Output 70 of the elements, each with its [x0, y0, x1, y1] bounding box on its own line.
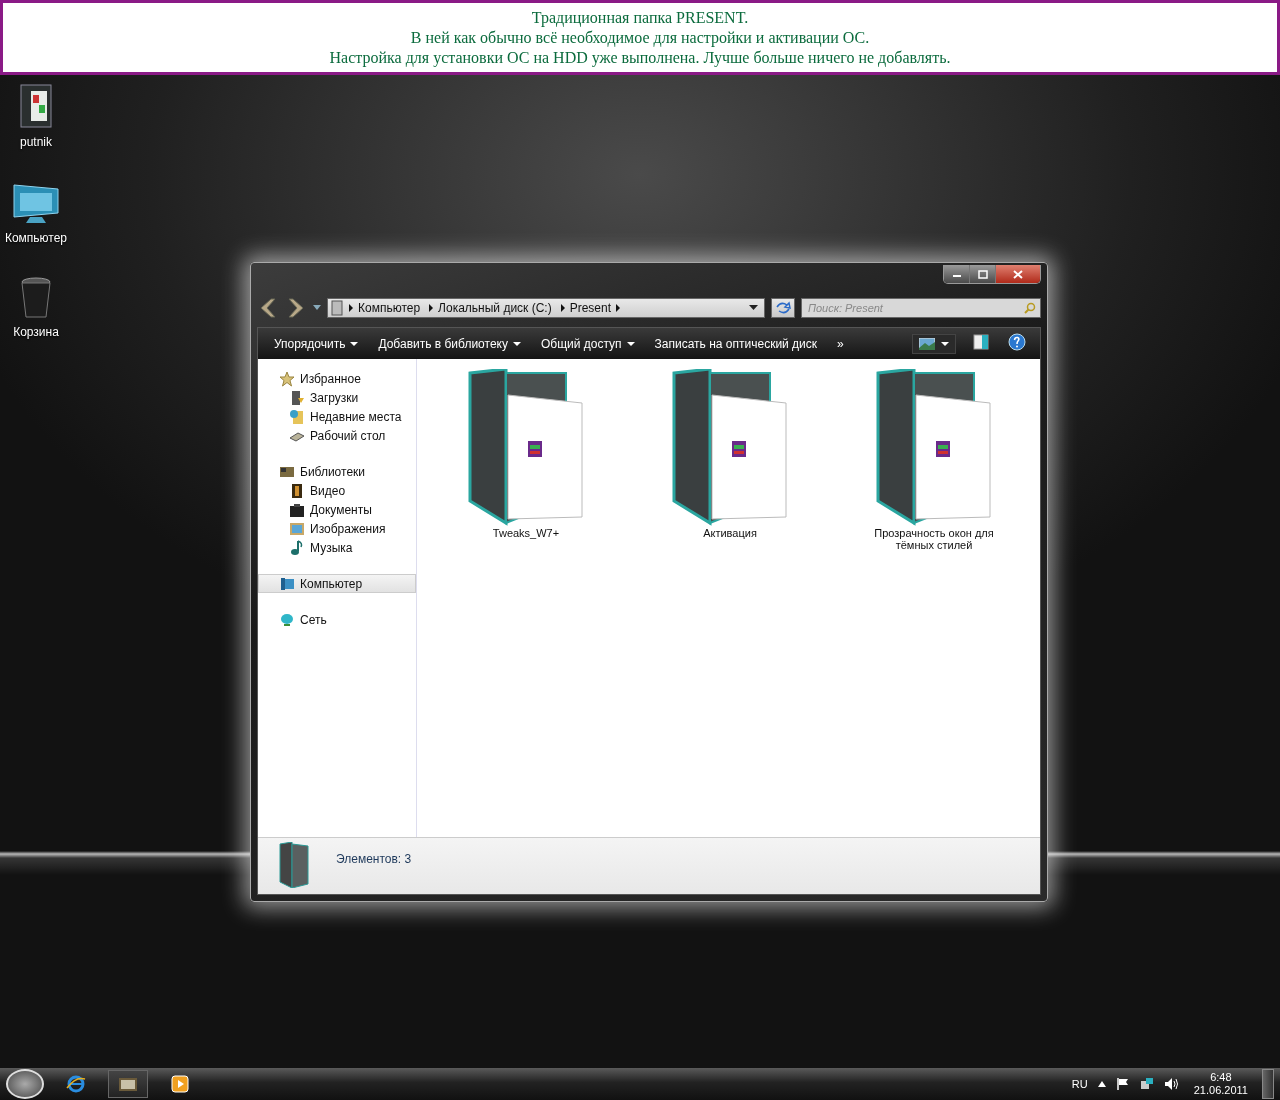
- nav-item[interactable]: Компьютер: [258, 574, 416, 593]
- maximize-icon: [977, 269, 988, 279]
- history-caret-icon[interactable]: [313, 305, 321, 311]
- picture-icon: [289, 520, 305, 537]
- minimize-button[interactable]: [944, 265, 970, 283]
- nav-item[interactable]: Видео: [258, 481, 416, 500]
- view-button[interactable]: [912, 333, 956, 354]
- nav-item[interactable]: Недавние места: [258, 407, 416, 426]
- toolbar-button[interactable]: Упорядочить: [264, 332, 369, 355]
- archive-icon: [19, 83, 53, 129]
- item-count: Элементов: 3: [336, 852, 412, 866]
- computer-icon: [279, 575, 295, 592]
- briefcase-icon: [289, 501, 305, 518]
- breadcrumb-item[interactable]: Present: [564, 301, 617, 315]
- clock[interactable]: 6:48 21.06.2011: [1189, 1071, 1252, 1097]
- media-player-icon: [171, 1075, 189, 1093]
- browser-e-icon: [66, 1074, 86, 1094]
- nav-item[interactable]: Библиотеки: [258, 462, 416, 481]
- folder-icon: [874, 369, 994, 527]
- caption-line: В ней как обычно всё необходимое для настройки и активации ОС.: [410, 27, 870, 48]
- dropdown-arrow-icon[interactable]: [749, 305, 758, 311]
- address-bar[interactable]: Компьютер Локальный диск (C:) Present: [327, 298, 765, 318]
- download-icon: [289, 389, 305, 406]
- start-button[interactable]: [6, 1069, 44, 1099]
- nav-item[interactable]: Изображения: [258, 519, 416, 538]
- maximize-button[interactable]: [970, 265, 996, 283]
- show-hidden-icons-icon[interactable]: [1097, 1081, 1106, 1087]
- music-note-icon: [289, 539, 305, 556]
- breadcrumb-item[interactable]: Локальный диск (C:): [433, 301, 557, 315]
- monitor-icon: [12, 181, 60, 225]
- landscape-picture-icon: [919, 337, 935, 350]
- desktop-icon-label[interactable]: putnik: [20, 135, 52, 149]
- refresh-button[interactable]: [771, 298, 795, 318]
- close-button[interactable]: [996, 265, 1040, 283]
- folder-icon: [118, 1075, 138, 1093]
- language-indicator[interactable]: RU: [1071, 1078, 1088, 1090]
- desktop-icon-label[interactable]: Компьютер: [4, 231, 68, 245]
- folder-icon: [670, 369, 790, 527]
- caption-line: Настройка для установки ОС на HDD уже выполнена. Лучше больше ничего не добавлять.: [329, 47, 951, 68]
- speaker-icon[interactable]: [1163, 1077, 1180, 1091]
- nav-item[interactable]: Избранное: [258, 369, 416, 388]
- breadcrumb-item[interactable]: Компьютер: [353, 301, 426, 315]
- search-icon: [1024, 302, 1036, 314]
- toolbar-button[interactable]: »: [827, 332, 854, 355]
- nav-item[interactable]: Музыка: [258, 538, 416, 557]
- folder-icon: [466, 369, 586, 527]
- network-icon[interactable]: [1139, 1077, 1154, 1091]
- nav-item[interactable]: Сеть: [258, 610, 416, 629]
- desktop-icon-label[interactable]: Корзина: [13, 325, 59, 339]
- folder-label[interactable]: Активация: [660, 527, 800, 539]
- globe-monitor-icon: [279, 611, 295, 628]
- folder-label[interactable]: Прозрачность окон для тёмных стилей: [864, 527, 1004, 551]
- film-icon: [289, 482, 305, 499]
- trash-icon: [20, 277, 52, 319]
- toolbar-button[interactable]: Записать на оптический диск: [644, 332, 828, 355]
- taskbar-app-button[interactable]: [108, 1070, 148, 1098]
- close-icon: [1013, 269, 1023, 279]
- nav-item[interactable]: Загрузки: [258, 388, 416, 407]
- flag-icon[interactable]: [1115, 1077, 1130, 1091]
- folder-label[interactable]: Tweaks_W7+: [456, 527, 596, 539]
- star-icon: [279, 370, 295, 387]
- recent-places-icon: [289, 408, 305, 425]
- caption-line: Традиционная папка PRESENT.: [531, 7, 749, 28]
- nav-item[interactable]: Документы: [258, 500, 416, 519]
- computer-icon: [331, 300, 343, 316]
- search-field[interactable]: Поиск: Present: [801, 298, 1041, 318]
- show-desktop-button[interactable]: [1262, 1069, 1274, 1099]
- nav-item[interactable]: Рабочий стол: [258, 426, 416, 445]
- toolbar-button[interactable]: Добавить в библиотеку: [368, 332, 531, 355]
- toolbar-button[interactable]: Общий доступ: [530, 332, 645, 355]
